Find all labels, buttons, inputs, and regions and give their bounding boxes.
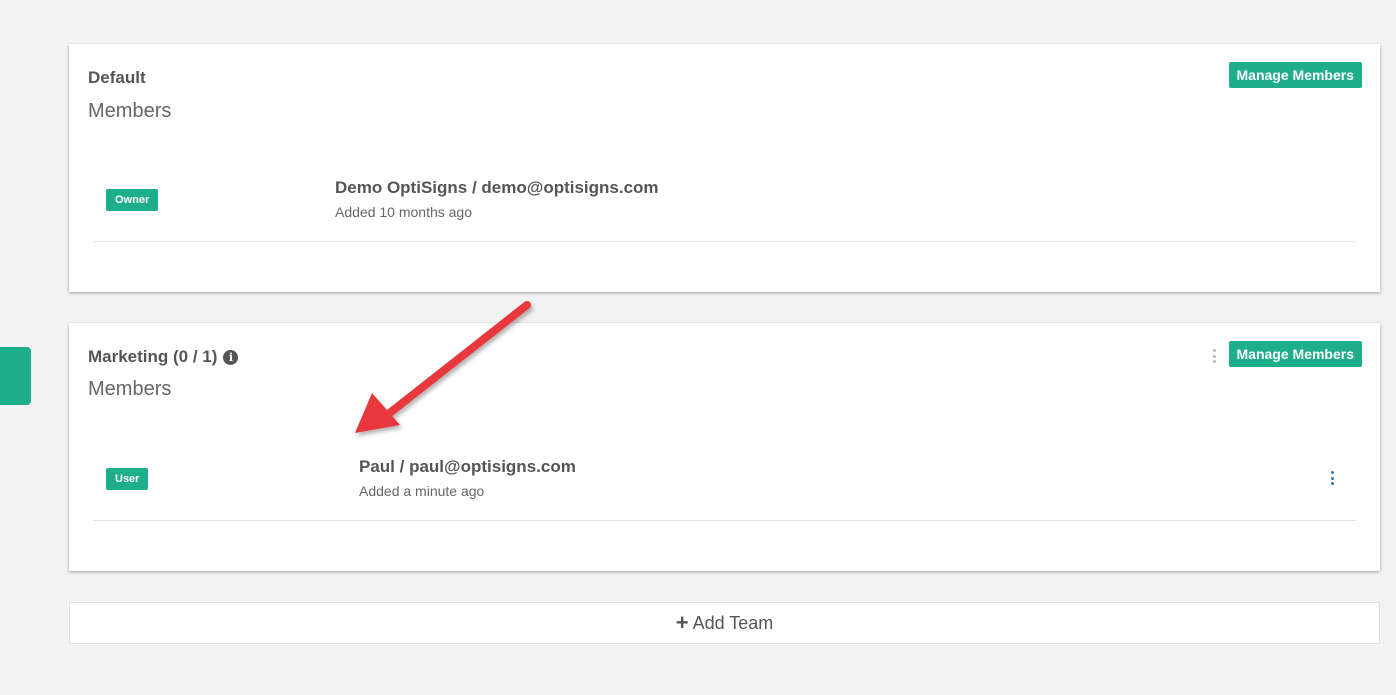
add-team-label: Add Team <box>692 612 774 633</box>
team-card-default: Default Members Manage Members Owner Dem… <box>69 44 1380 292</box>
member-added-time: Added 10 months ago <box>335 204 472 220</box>
member-added-time: Added a minute ago <box>359 483 485 499</box>
side-tab[interactable] <box>0 347 31 405</box>
members-label: Members <box>88 100 172 122</box>
plus-icon: + <box>675 610 689 635</box>
manage-members-button[interactable]: Manage Members <box>1228 62 1362 88</box>
divider <box>93 241 1356 242</box>
role-badge: Owner <box>106 189 159 211</box>
role-badge: User <box>106 468 149 490</box>
team-title: Marketing (0 / 1) i <box>88 347 239 367</box>
manage-members-button[interactable]: Manage Members <box>1228 341 1362 367</box>
member-name: Demo OptiSigns / demo@optisigns.com <box>335 178 659 197</box>
members-label: Members <box>88 378 172 400</box>
team-menu-icon[interactable] <box>1211 349 1217 363</box>
member-menu-icon[interactable] <box>1329 471 1335 485</box>
member-name: Paul / paul@optisigns.com <box>359 457 576 476</box>
team-title-text: Marketing (0 / 1) <box>88 347 218 366</box>
team-card-marketing: Marketing (0 / 1) i Members Manage Membe… <box>69 323 1380 571</box>
info-circle-icon[interactable]: i <box>223 349 239 365</box>
divider <box>93 520 1356 521</box>
team-title-text: Default <box>88 68 146 87</box>
add-team-button[interactable]: + Add Team <box>69 602 1380 644</box>
team-title: Default <box>88 68 146 88</box>
